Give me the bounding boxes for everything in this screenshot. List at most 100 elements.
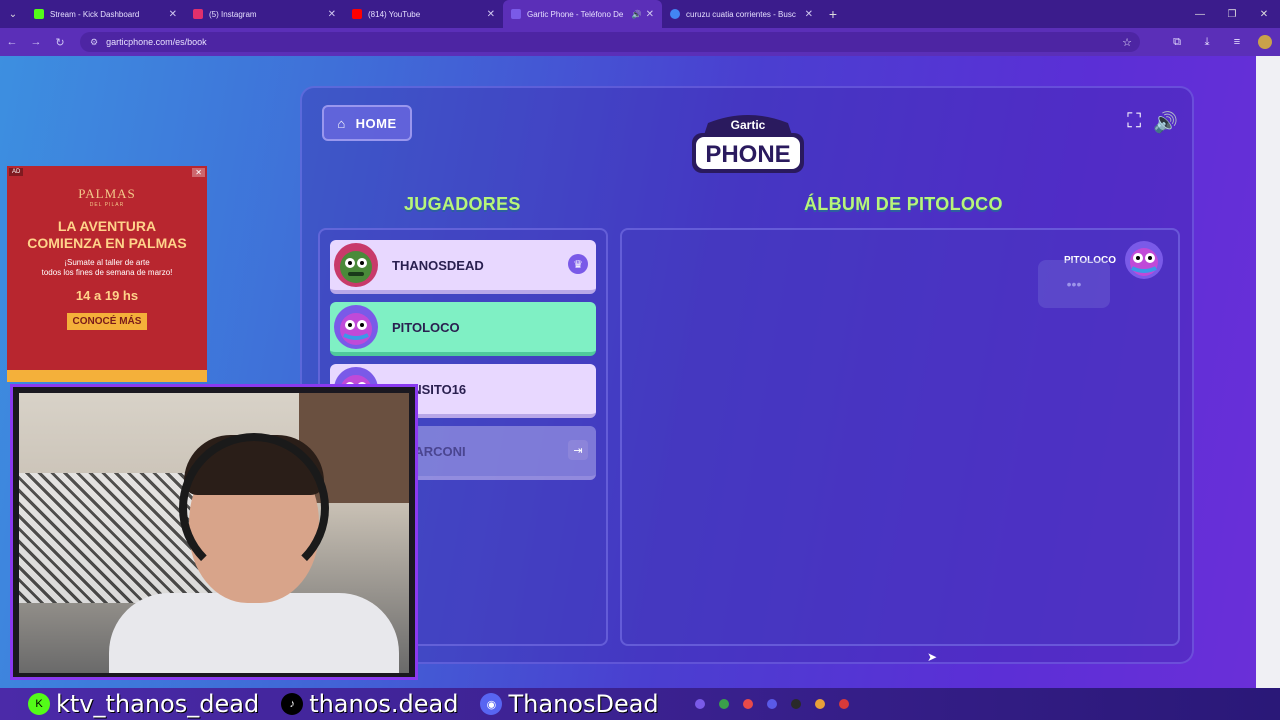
ad-label: AD xyxy=(9,168,24,176)
close-tab-icon[interactable]: ✕ xyxy=(805,9,813,20)
ad-body-2: todos los fines de semana de marzo! xyxy=(41,268,173,277)
close-tab-icon[interactable]: ✕ xyxy=(487,9,495,20)
minimize-icon[interactable]: — xyxy=(1184,9,1216,20)
instagram-favicon-icon xyxy=(193,9,203,19)
url-text: garticphone.com/es/book xyxy=(106,37,207,47)
close-tab-icon[interactable]: ✕ xyxy=(646,9,654,20)
taskbar-app-icon[interactable] xyxy=(718,699,729,709)
kick-handle: ktv_thanos_dead xyxy=(56,690,260,718)
home-button[interactable]: ⌂ HOME xyxy=(322,105,412,141)
album-area: PITOLOCO ••• xyxy=(620,228,1180,646)
ad-hours: 14 a 19 hs xyxy=(75,288,139,303)
forward-icon[interactable]: → xyxy=(24,36,48,48)
browser-tab-youtube[interactable]: (814) YouTube ✕ xyxy=(344,0,503,28)
player-card-pitoloco[interactable]: PITOLOCO xyxy=(330,302,596,356)
toolbar-actions: ⧉ ⤓ ≡ xyxy=(1162,28,1272,56)
gartic-phone-logo: Gartic PHONE xyxy=(692,115,804,173)
taskbar-icons xyxy=(694,699,863,709)
ad-bottom-strip xyxy=(7,370,207,382)
avatar xyxy=(334,243,378,287)
close-tab-icon[interactable]: ✕ xyxy=(328,9,336,20)
browser-tab-google[interactable]: curuzu cuatia corrientes - Busc ✕ xyxy=(662,0,821,28)
browser-tab-bar: ⌄ Stream - Kick Dashboard ✕ (5) Instagra… xyxy=(0,0,1280,28)
url-bar[interactable]: ⚙ garticphone.com/es/book ☆ xyxy=(80,32,1140,52)
page-scrollbar[interactable] xyxy=(1256,56,1280,690)
mouse-cursor-icon: ➤ xyxy=(927,650,938,664)
top-right-controls: ⛶ 🔊 xyxy=(1115,110,1178,135)
bookmark-star-icon[interactable]: ☆ xyxy=(1122,36,1132,49)
ad-close-icon[interactable]: ✕ xyxy=(192,168,205,177)
tiktok-handle: thanos.dead xyxy=(309,690,459,718)
ad-brand: PALMAS xyxy=(78,186,136,201)
avatar xyxy=(334,305,378,349)
close-window-icon[interactable]: ✕ xyxy=(1248,9,1280,20)
player-name: THANOSDEAD xyxy=(392,257,484,273)
back-icon[interactable]: ← xyxy=(0,36,24,48)
player-card-thanosdead[interactable]: THANOSDEAD ♛ xyxy=(330,240,596,294)
streamer-shirt xyxy=(109,593,399,673)
site-info-icon[interactable]: ⚙ xyxy=(90,37,98,48)
tiktok-handle-item: ♪ thanos.dead xyxy=(281,690,458,718)
home-icon: ⌂ xyxy=(337,115,346,131)
exit-icon: ⇥ xyxy=(568,440,588,460)
crown-icon: ♛ xyxy=(568,254,588,274)
typing-indicator: ••• xyxy=(1038,260,1110,308)
taskbar-app-icon[interactable] xyxy=(790,699,801,709)
tab-search-menu[interactable]: ⌄ xyxy=(0,0,26,28)
ad-headline-2: COMIENZA EN PALMAS xyxy=(27,235,187,251)
purple-bird-avatar-icon xyxy=(1125,241,1163,279)
reading-list-icon[interactable]: ≡ xyxy=(1222,36,1252,48)
speaker-icon[interactable]: 🔊 xyxy=(632,10,642,19)
ad-cta-button[interactable]: CONOCÉ MÁS xyxy=(66,313,148,330)
stream-social-bar: K ktv_thanos_dead ♪ thanos.dead ◉ Thanos… xyxy=(0,688,1280,720)
discord-handle-item: ◉ ThanosDead xyxy=(480,690,659,718)
maximize-icon[interactable]: ❐ xyxy=(1216,9,1248,20)
ad-banner[interactable]: AD ✕ PALMAS DEL PILAR LA AVENTURA COMIEN… xyxy=(7,166,207,382)
logo-top-text: Gartic xyxy=(731,118,766,132)
purple-bird-avatar-icon xyxy=(340,313,372,345)
kick-favicon-icon xyxy=(34,9,44,19)
logo-bottom-text: PHONE xyxy=(705,141,790,168)
players-title: JUGADORES xyxy=(404,194,521,214)
close-tab-icon[interactable]: ✕ xyxy=(169,9,177,20)
discord-handle: ThanosDead xyxy=(508,690,659,718)
tab-title: curuzu cuatia corrientes - Busc xyxy=(686,9,796,19)
window-controls: — ❐ ✕ xyxy=(1184,0,1280,28)
tab-title: Stream - Kick Dashboard xyxy=(50,9,140,19)
download-icon[interactable]: ⤓ xyxy=(1192,36,1222,49)
browser-tab-instagram[interactable]: (5) Instagram ✕ xyxy=(185,0,344,28)
kick-icon: K xyxy=(28,693,50,715)
profile-avatar[interactable] xyxy=(1258,35,1272,49)
taskbar-app-icon[interactable] xyxy=(694,699,705,709)
fullscreen-icon[interactable]: ⛶ xyxy=(1127,110,1141,135)
browser-tab-kick[interactable]: Stream - Kick Dashboard ✕ xyxy=(26,0,185,28)
ad-brand-sub: DEL PILAR xyxy=(89,202,125,208)
google-favicon-icon xyxy=(670,9,680,19)
volume-icon[interactable]: 🔊 xyxy=(1153,110,1178,135)
tab-title: Gartic Phone - Teléfono De xyxy=(527,9,624,19)
webcam-overlay xyxy=(10,384,418,680)
discord-icon: ◉ xyxy=(480,693,503,715)
tiktok-icon: ♪ xyxy=(281,693,304,715)
headset-icon xyxy=(179,433,329,583)
game-panel: ⌂ HOME Gartic PHONE ⛶ 🔊 JUGADORES ÁLBUM … xyxy=(300,86,1194,664)
tab-title: (5) Instagram xyxy=(209,9,257,19)
taskbar-app-icon[interactable] xyxy=(814,699,825,709)
player-name: PITOLOCO xyxy=(392,319,460,335)
home-label: HOME xyxy=(355,115,397,131)
webcam-feed xyxy=(19,393,409,673)
browser-tab-gartic[interactable]: Gartic Phone - Teléfono De 🔊 ✕ xyxy=(503,0,662,28)
tab-title: (814) YouTube xyxy=(368,9,421,19)
taskbar-app-icon[interactable] xyxy=(742,699,753,709)
youtube-favicon-icon xyxy=(352,9,362,19)
new-tab-button[interactable]: + xyxy=(821,6,845,22)
gartic-favicon-icon xyxy=(511,9,521,19)
reload-icon[interactable]: ↻ xyxy=(48,36,72,49)
ad-body-1: ¡Sumate al taller de arte xyxy=(64,258,150,267)
green-monster-avatar-icon xyxy=(340,251,372,283)
taskbar-app-icon[interactable] xyxy=(838,699,849,709)
extensions-icon[interactable]: ⧉ xyxy=(1162,36,1192,49)
kick-handle-item: K ktv_thanos_dead xyxy=(28,690,259,718)
address-toolbar: ← → ↻ ⚙ garticphone.com/es/book ☆ ⧉ ⤓ ≡ xyxy=(0,28,1280,56)
taskbar-app-icon[interactable] xyxy=(766,699,777,709)
